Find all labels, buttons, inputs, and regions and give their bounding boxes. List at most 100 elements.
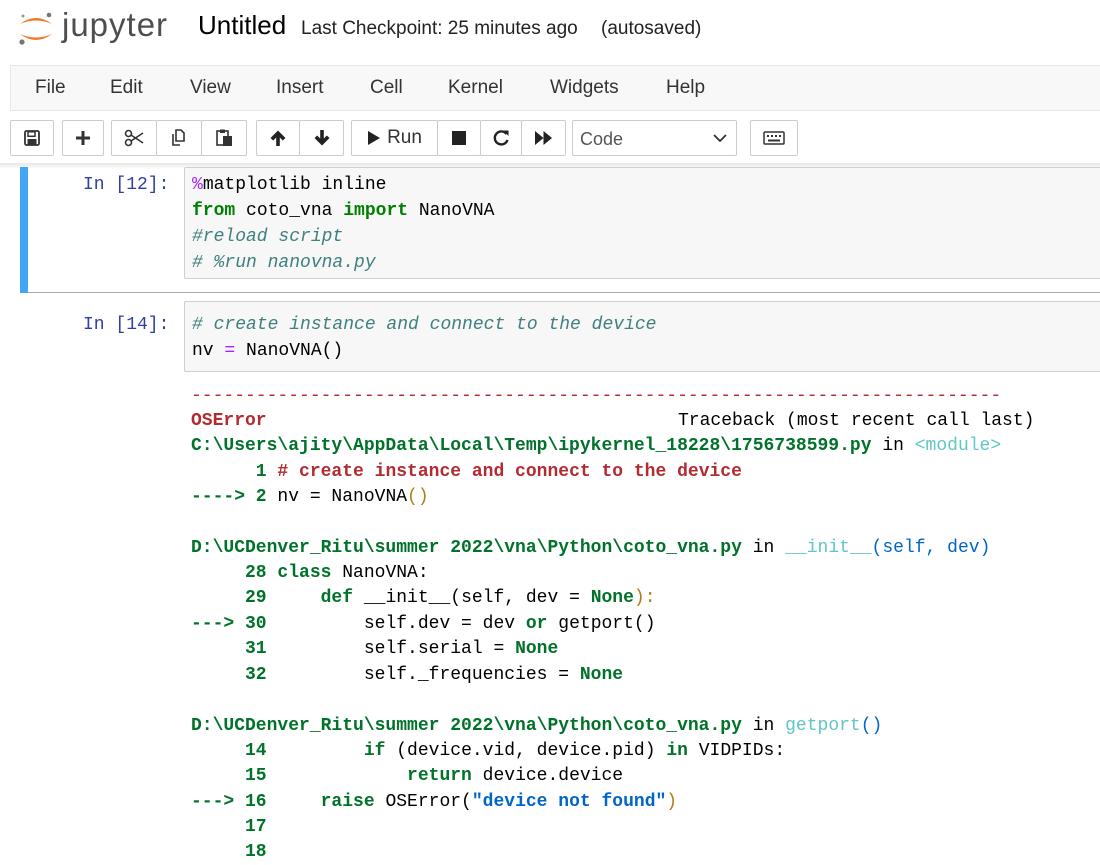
line-arrow: ---> 16 — [191, 792, 278, 812]
traceback-line-current: ----> 2 nv = NanoVNA() — [191, 485, 429, 510]
notebook-name[interactable]: Untitled — [198, 10, 286, 41]
traceback-line: 1 # create instance and connect to the d… — [191, 460, 742, 485]
save-button[interactable] — [10, 120, 54, 156]
checkpoint-status: Last Checkpoint: 25 minutes ago — [301, 18, 578, 39]
stop-icon — [452, 131, 466, 145]
menu-help[interactable]: Help — [666, 77, 705, 99]
code-token: matplotlib inline — [202, 175, 387, 195]
line-code: "device not found" — [471, 792, 667, 812]
traceback-frame-header: D:\UCDenver_Ritu\summer 2022\vna\Python\… — [191, 536, 990, 561]
code-editor[interactable]: # create instance and connect to the dev… — [184, 301, 1100, 372]
plus-icon — [76, 131, 90, 145]
traceback-line: 32 self._frequencies = None — [191, 663, 623, 688]
line-code: OSError( — [374, 792, 472, 812]
fast-forward-icon — [534, 131, 552, 145]
interrupt-kernel-button[interactable] — [437, 120, 481, 156]
line-number: 31 — [191, 639, 278, 659]
code-line: # create instance and connect to the dev… — [192, 315, 657, 335]
code-token: = — [224, 341, 236, 361]
line-code: raise — [277, 792, 375, 812]
jupyter-logo-icon[interactable] — [16, 8, 56, 48]
chevron-down-icon — [713, 134, 727, 143]
line-code: None — [590, 588, 634, 608]
code-line: # %run nanovna.py — [192, 253, 376, 273]
cell-selection-bar — [20, 167, 28, 293]
line-arrow: ----> 2 — [191, 487, 278, 507]
line-number: 15 — [191, 766, 278, 786]
frame-func: getport — [785, 716, 861, 736]
menu-file[interactable]: File — [35, 77, 66, 99]
line-number: 32 — [191, 665, 278, 685]
cut-button[interactable] — [111, 120, 157, 156]
frame-path: D:\UCDenver_Ritu\summer 2022\vna\Python\… — [191, 538, 742, 558]
frame-in: in — [741, 538, 786, 558]
line-code: self.serial = — [277, 639, 516, 659]
jupyter-logo-text[interactable]: jupyter — [62, 6, 168, 44]
code-token: NanoVNA() — [235, 341, 344, 361]
insert-cell-button[interactable] — [62, 120, 104, 156]
cell-type-value: Code — [580, 129, 624, 149]
menu-widgets[interactable]: Widgets — [550, 77, 619, 99]
line-code: nv = NanoVNA — [277, 487, 408, 507]
move-down-button[interactable] — [299, 120, 344, 156]
autosave-status: (autosaved) — [601, 18, 702, 39]
line-code: self._frequencies = — [277, 665, 580, 685]
arrow-down-icon — [314, 130, 329, 146]
menu-view[interactable]: View — [190, 77, 231, 99]
menu-insert[interactable]: Insert — [276, 77, 324, 99]
traceback-line: 18 — [191, 840, 267, 865]
code-cell-1[interactable]: In [12]: %matplotlib inline from coto_vn… — [20, 167, 1100, 293]
scissors-icon — [124, 129, 144, 147]
copy-button[interactable] — [156, 120, 202, 156]
menu-kernel[interactable]: Kernel — [448, 77, 503, 99]
run-icon — [368, 131, 381, 145]
run-button[interactable]: Run — [351, 120, 438, 156]
line-code: None — [579, 665, 624, 685]
line-code: ): — [633, 588, 656, 608]
paste-button[interactable] — [201, 120, 247, 156]
arrow-up-icon — [270, 130, 286, 146]
code-token: nv — [192, 341, 225, 361]
line-number: 18 — [191, 842, 267, 862]
restart-kernel-button[interactable] — [480, 120, 522, 156]
code-token: % — [192, 175, 203, 195]
cell-type-select[interactable]: Code — [572, 120, 737, 156]
code-token: NanoVNA — [408, 201, 495, 221]
traceback-line-current: ---> 16 raise OSError("device not found"… — [191, 790, 677, 815]
menu-cell[interactable]: Cell — [370, 77, 403, 99]
restart-run-all-button[interactable] — [521, 120, 566, 156]
line-code: () — [407, 487, 429, 507]
code-token: from — [192, 201, 236, 221]
cell-prompt: In [12]: — [83, 175, 170, 195]
frame-args: self, dev — [882, 538, 980, 558]
line-code: if — [277, 741, 386, 761]
frame-in: in — [871, 436, 915, 456]
frame-args: () — [860, 716, 883, 736]
toolbar: Run Code — [0, 111, 1100, 165]
code-editor[interactable]: %matplotlib inline from coto_vna import … — [184, 167, 1100, 279]
line-code: NanoVNA: — [331, 563, 429, 583]
frame-func: __init__ — [785, 538, 872, 558]
command-palette-button[interactable] — [750, 120, 798, 156]
traceback-frame-header: D:\UCDenver_Ritu\summer 2022\vna\Python\… — [191, 714, 882, 739]
code-token: import — [343, 201, 409, 221]
code-line: %matplotlib inline — [192, 175, 386, 195]
traceback-header: Traceback (most recent call last) — [678, 411, 1035, 431]
restart-icon — [493, 130, 509, 146]
frame-args: ( — [871, 538, 883, 558]
line-number: 14 — [191, 741, 278, 761]
line-code: or — [525, 614, 548, 634]
code-line: #reload script — [192, 227, 344, 247]
menu-edit[interactable]: Edit — [110, 77, 143, 99]
code-line: nv = NanoVNA() — [192, 341, 343, 361]
run-button-label: Run — [387, 127, 422, 148]
line-code: device.device — [471, 766, 624, 786]
traceback-line: 31 self.serial = None — [191, 637, 558, 662]
save-icon — [24, 130, 40, 146]
move-up-button[interactable] — [256, 120, 300, 156]
code-token: coto_vna — [235, 201, 344, 221]
frame-in: in — [741, 716, 786, 736]
line-number: 29 — [191, 588, 278, 608]
keyboard-icon — [763, 131, 785, 145]
traceback-line: 15 return device.device — [191, 764, 623, 789]
